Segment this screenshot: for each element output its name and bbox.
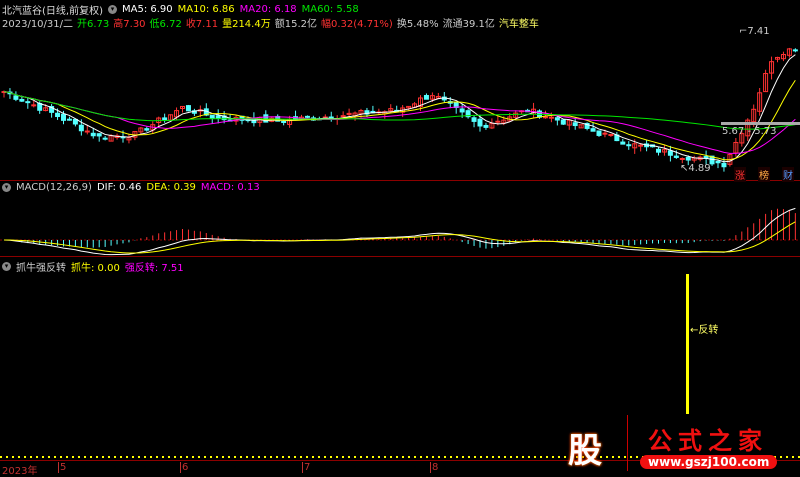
- candle[interactable]: [459, 108, 465, 113]
- candle[interactable]: [792, 49, 798, 52]
- candle[interactable]: [102, 137, 108, 140]
- watermark-logo: 股 公式之家 www.gszj100.com: [560, 415, 780, 471]
- range-annotation: 5.67 - 5.73: [722, 126, 777, 137]
- candle[interactable]: [721, 162, 727, 168]
- candle[interactable]: [96, 133, 102, 137]
- macd-dea: DEA: 0.39: [146, 182, 196, 193]
- candle[interactable]: [144, 128, 150, 131]
- candle[interactable]: [340, 115, 346, 118]
- candle[interactable]: [548, 116, 554, 119]
- reversal-signal-bar: [686, 274, 689, 414]
- x-axis-label: 6: [180, 462, 189, 473]
- candle[interactable]: [162, 117, 168, 121]
- logo-name: 公式之家: [648, 427, 768, 455]
- candle[interactable]: [90, 132, 96, 137]
- logo-divider: [627, 415, 628, 471]
- candle[interactable]: [19, 98, 25, 102]
- tag-rise[interactable]: 涨: [734, 167, 746, 182]
- candle[interactable]: [715, 160, 721, 164]
- candle[interactable]: [673, 155, 679, 158]
- x-axis-label: 7: [302, 462, 311, 473]
- dea-line: [3, 221, 796, 254]
- dropdown-icon[interactable]: ▾: [2, 262, 11, 271]
- price-chart[interactable]: [0, 0, 800, 475]
- candle[interactable]: [560, 119, 566, 125]
- range-bar: [721, 122, 800, 125]
- candle[interactable]: [554, 117, 560, 121]
- macd-dif: DIF: 0.46: [96, 182, 142, 193]
- ma20-line: [3, 91, 796, 154]
- x-axis-label: 5: [58, 462, 67, 473]
- logo-glyph: 股: [568, 431, 602, 471]
- candle[interactable]: [281, 120, 287, 123]
- candle[interactable]: [25, 101, 31, 104]
- ma5-line: [3, 54, 796, 163]
- zhuaniu-value: 抓牛: 0.00: [71, 263, 120, 274]
- indicator-label: 抓牛强反转: [16, 263, 66, 274]
- candle[interactable]: [667, 150, 673, 156]
- indicator-header: ▾ 抓牛强反转 抓牛: 0.00 强反转: 7.51: [2, 259, 184, 274]
- dropdown-icon[interactable]: ▾: [2, 183, 11, 192]
- logo-url: www.gszj100.com: [640, 455, 778, 469]
- candle[interactable]: [572, 122, 578, 127]
- candle[interactable]: [685, 156, 691, 161]
- candle[interactable]: [84, 130, 90, 133]
- candle[interactable]: [656, 148, 661, 153]
- candle[interactable]: [590, 128, 596, 132]
- high-annotation: ⌐7.41: [739, 26, 770, 37]
- candle[interactable]: [66, 118, 72, 121]
- candle[interactable]: [304, 115, 310, 118]
- macd-value: MACD: 0.13: [200, 182, 260, 193]
- candle[interactable]: [185, 105, 191, 112]
- candle[interactable]: [477, 118, 483, 127]
- panel-divider: [0, 180, 800, 181]
- candle[interactable]: [483, 124, 489, 128]
- candle[interactable]: [55, 112, 61, 118]
- candle[interactable]: [620, 141, 626, 145]
- tag-rank[interactable]: 榜: [758, 167, 770, 182]
- candle[interactable]: [679, 158, 685, 161]
- candle[interactable]: [596, 130, 602, 136]
- candle[interactable]: [13, 95, 19, 100]
- candle[interactable]: [471, 117, 477, 122]
- candle[interactable]: [602, 132, 608, 135]
- dif-line: [3, 207, 796, 256]
- candle[interactable]: [608, 134, 614, 137]
- candle[interactable]: [495, 120, 501, 123]
- qiangfanzhuan-value: 强反转: 7.51: [124, 263, 184, 274]
- macd-header: ▾ MACD(12,26,9) DIF: 0.46 DEA: 0.39 MACD…: [2, 182, 260, 193]
- low-annotation: ↖4.89: [680, 163, 711, 174]
- candle[interactable]: [423, 95, 429, 100]
- reversal-signal-label: ←反转: [690, 325, 719, 336]
- x-axis-label: 8: [430, 462, 439, 473]
- candle[interactable]: [31, 104, 37, 107]
- candle[interactable]: [61, 113, 66, 121]
- candle[interactable]: [626, 144, 632, 147]
- macd-label: MACD(12,26,9): [16, 182, 92, 193]
- candle[interactable]: [542, 116, 548, 119]
- candle[interactable]: [215, 115, 221, 119]
- candle[interactable]: [78, 124, 84, 132]
- tag-finance[interactable]: 财: [782, 167, 794, 182]
- candle[interactable]: [209, 114, 215, 119]
- panel-divider: [0, 256, 800, 257]
- candle[interactable]: [638, 144, 644, 147]
